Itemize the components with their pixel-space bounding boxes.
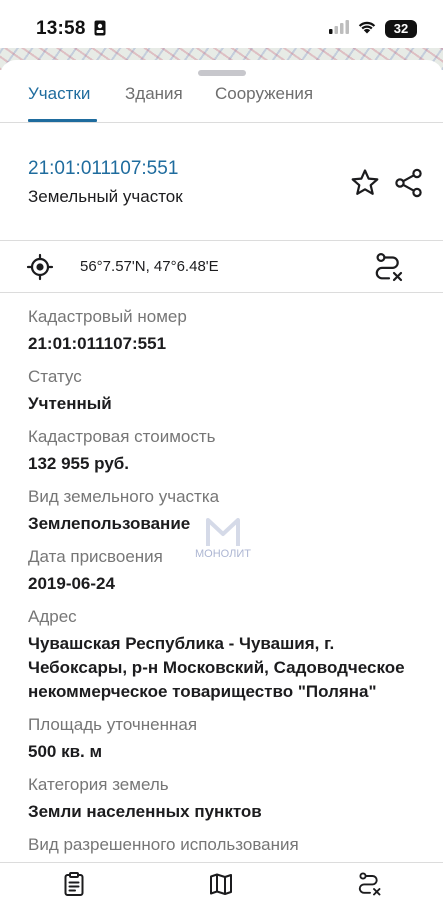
field-status: Статус Учтенный	[28, 366, 428, 416]
map-icon[interactable]	[208, 871, 234, 897]
object-type: Земельный участок	[28, 187, 183, 206]
route-clear-icon[interactable]	[356, 871, 382, 897]
field-label: Вид земельного участка	[28, 487, 220, 506]
field-value: 132 955 руб.	[28, 454, 130, 473]
tab-plots[interactable]: Участки	[28, 84, 90, 122]
field-label: Вид разрешенного использования	[28, 835, 299, 854]
share-icon[interactable]	[393, 167, 425, 199]
field-land-category: Категория земель Земли населенных пункто…	[28, 774, 428, 824]
field-label: Площадь уточненная	[28, 715, 198, 734]
wifi-icon	[357, 19, 377, 39]
watermark-text: МОНОЛИТ	[195, 548, 251, 560]
field-value: Учтенный	[28, 394, 112, 413]
route-icon[interactable]	[372, 251, 404, 283]
locate-icon[interactable]	[26, 253, 54, 281]
cellular-signal-icon	[329, 19, 349, 39]
tab-structures[interactable]: Сооружения	[215, 84, 313, 122]
clipboard-list-icon[interactable]	[61, 871, 87, 897]
field-value: 2019-06-24	[28, 574, 115, 593]
battery-icon: 32	[385, 20, 417, 38]
id-card-icon	[94, 20, 106, 41]
field-label: Кадастровая стоимость	[28, 427, 216, 446]
coordinates-text: 56°7.57'N, 47°6.48'E	[80, 258, 219, 275]
tab-bar: Участки Здания Сооружения	[0, 76, 443, 123]
field-label: Кадастровый номер	[28, 307, 187, 326]
tab-active-indicator	[28, 119, 97, 122]
object-header: 21:01:011107:551 Земельный участок	[0, 123, 443, 241]
info-sheet: Участки Здания Сооружения 21:01:011107:5…	[0, 60, 443, 900]
bottom-toolbar	[0, 862, 443, 900]
status-time: 13:58	[36, 18, 86, 39]
field-cadastral-number: Кадастровый номер 21:01:011107:551	[28, 306, 428, 356]
status-indicators: 32	[329, 19, 417, 39]
cadastral-number-link[interactable]: 21:01:011107:551	[28, 158, 178, 180]
field-permitted-use: Вид разрешенного использования	[28, 834, 428, 856]
field-cadastral-value: Кадастровая стоимость 132 955 руб.	[28, 426, 428, 476]
field-value: Земли населенных пунктов	[28, 802, 262, 821]
tab-buildings[interactable]: Здания	[125, 84, 183, 122]
field-value: 21:01:011107:551	[28, 334, 167, 353]
field-label: Адрес	[28, 607, 77, 626]
field-address: Адрес Чувашская Республика - Чувашия, г.…	[28, 606, 428, 704]
field-value: Чувашская Республика - Чувашия, г. Чебок…	[28, 634, 405, 701]
field-label: Категория земель	[28, 775, 169, 794]
coordinates-row: 56°7.57'N, 47°6.48'E	[0, 241, 443, 293]
field-label: Статус	[28, 367, 82, 386]
field-area: Площадь уточненная 500 кв. м	[28, 714, 428, 764]
attribute-list: Кадастровый номер 21:01:011107:551 Стату…	[28, 306, 428, 856]
field-value: 500 кв. м	[28, 742, 103, 761]
favorite-star-icon[interactable]	[349, 167, 381, 199]
